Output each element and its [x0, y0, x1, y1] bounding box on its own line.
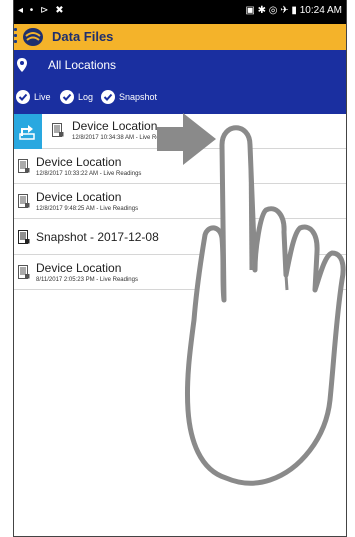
location-label: All Locations	[48, 58, 117, 72]
list-item[interactable]: Device Location 12/8/2017 10:34:38 AM - …	[14, 114, 346, 149]
status-time: 10:24 AM	[299, 5, 342, 16]
document-icon	[18, 230, 30, 244]
list-item[interactable]: Device Location 12/8/2017 10:33:22 AM - …	[14, 149, 346, 184]
status-notification-icons: ◂ • ⊳ ✖	[18, 5, 66, 16]
location-pin-icon	[17, 58, 27, 72]
file-subtitle: 12/8/2017 10:33:22 AM - Live Readings	[36, 171, 142, 177]
page-title: Data Files	[52, 29, 114, 44]
location-selector[interactable]: All Locations	[14, 50, 346, 80]
file-title: Device Location	[36, 261, 122, 275]
status-system-area: ▣ ✱ ◎ ✈ ▮ 10:24 AM	[245, 5, 342, 16]
check-circle-icon	[16, 90, 30, 104]
document-icon	[18, 159, 30, 173]
check-circle-icon	[101, 90, 115, 104]
file-title: Snapshot - 2017-12-08	[36, 230, 159, 244]
filter-bar: Live Log Snapshot	[14, 80, 346, 114]
document-icon	[18, 194, 30, 208]
share-button[interactable]	[14, 114, 42, 149]
app-bar: Data Files	[14, 24, 346, 50]
phone-screen: ◂ • ⊳ ✖ ▣ ✱ ◎ ✈ ▮ 10:24 AM Data Files Al…	[13, 0, 347, 537]
menu-icon[interactable]	[14, 28, 18, 46]
file-title: Device Location	[36, 190, 122, 204]
file-title: Device Location	[36, 155, 122, 169]
file-subtitle: 8/11/2017 2:05:23 PM - Live Readings	[36, 277, 138, 283]
filter-snapshot-label: Snapshot	[119, 92, 158, 102]
list-item[interactable]: Snapshot - 2017-12-08	[14, 219, 346, 255]
document-icon	[18, 265, 30, 279]
file-subtitle: 12/8/2017 10:34:38 AM - Live Readings	[72, 135, 178, 141]
status-bar: ◂ • ⊳ ✖ ▣ ✱ ◎ ✈ ▮ 10:24 AM	[14, 0, 346, 24]
status-system-icons: ▣ ✱ ◎ ✈ ▮	[245, 5, 297, 16]
share-icon	[19, 125, 35, 140]
filter-log-label: Log	[78, 92, 94, 102]
logo-icon	[23, 28, 43, 46]
file-subtitle: 12/8/2017 9:48:25 AM - Live Readings	[36, 206, 139, 212]
filter-live-label: Live	[34, 92, 51, 102]
list-item[interactable]: Device Location 12/8/2017 9:48:25 AM - L…	[14, 184, 346, 219]
check-circle-icon	[60, 90, 74, 104]
file-title: Device Location	[72, 119, 158, 133]
list-item[interactable]: Device Location 8/11/2017 2:05:23 PM - L…	[14, 255, 346, 290]
document-icon	[52, 123, 64, 137]
